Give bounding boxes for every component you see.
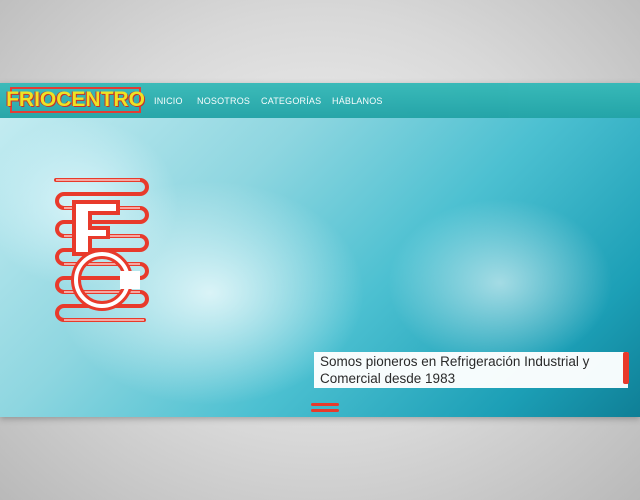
double-line-chevron-icon	[311, 403, 339, 412]
tagline-accent-bar	[623, 352, 629, 384]
brand-logo[interactable]: FRIOCENTRO	[6, 87, 145, 113]
hero-tagline: Somos pioneros en Refrigeración Industri…	[314, 352, 628, 388]
nav-item-hablanos[interactable]: HÁBLANOS	[332, 96, 383, 106]
nav-item-inicio[interactable]: INICIO	[154, 96, 183, 106]
nav-item-nosotros[interactable]: NOSOTROS	[197, 96, 250, 106]
scroll-down-button[interactable]	[311, 401, 339, 419]
tagline-line-2: Comercial desde 1983	[320, 371, 456, 386]
coil-emblem-icon	[54, 178, 149, 322]
nav-item-categorias[interactable]: CATEGORÍAS	[261, 96, 321, 106]
top-navbar: FRIOCENTRO INICIO NOSOTROS CATEGORÍAS HÁ…	[0, 83, 640, 118]
tagline-line-1: Somos pioneros en Refrigeración Industri…	[320, 354, 590, 369]
fc-emblem	[48, 176, 158, 326]
